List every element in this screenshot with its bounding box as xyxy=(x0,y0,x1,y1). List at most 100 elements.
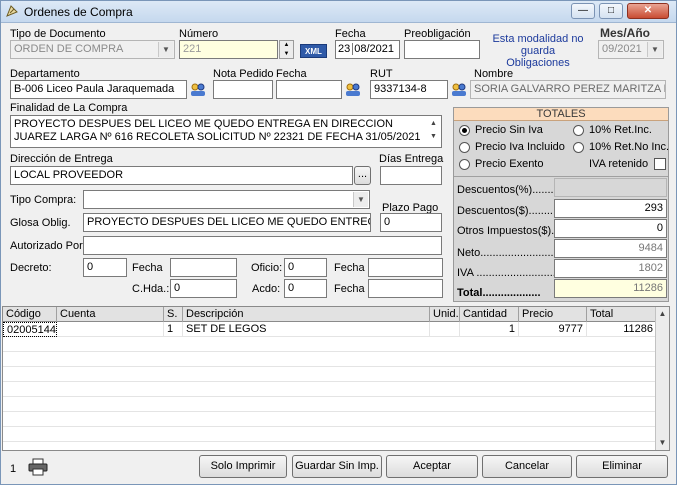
total-label: Total................... xyxy=(457,287,541,299)
col-codigo[interactable]: Código xyxy=(3,307,57,322)
neto-value: 9484 xyxy=(554,239,667,258)
precio-exento-radio[interactable] xyxy=(459,159,470,170)
xml-button-label: XML xyxy=(305,47,322,56)
tipo-documento-select[interactable]: ORDEN DE COMPRA ▼ xyxy=(10,40,175,59)
table-row[interactable] xyxy=(3,337,657,352)
nota-pedido-field[interactable] xyxy=(213,80,273,99)
table-row[interactable] xyxy=(3,367,657,382)
iva-retenido-checkbox[interactable] xyxy=(654,158,666,170)
finalidad-scrollbar[interactable]: ▲ ▼ xyxy=(427,117,440,146)
xml-button[interactable]: XML xyxy=(300,44,327,58)
col-total[interactable]: Total xyxy=(587,307,657,322)
dias-entrega-field[interactable] xyxy=(380,166,442,185)
mes-ano-select[interactable]: 09/2021 ▼ xyxy=(598,40,664,59)
col-cantidad[interactable]: Cantidad xyxy=(460,307,519,322)
cell-s[interactable]: 1 xyxy=(164,322,183,337)
plazo-pago-field[interactable]: 0 xyxy=(380,213,442,232)
otros-impuestos-field[interactable]: 0 xyxy=(554,219,667,238)
col-descripcion[interactable]: Descripción xyxy=(183,307,430,322)
departamento-field[interactable]: B-006 Liceo Paula Jaraquemada xyxy=(10,80,187,99)
autorizado-field[interactable] xyxy=(83,236,442,255)
tipo-compra-select[interactable]: ▼ xyxy=(83,190,370,209)
tipo-documento-label: Tipo de Documento xyxy=(10,28,106,40)
title-bar[interactable]: Ordenes de Compra — □ ✕ xyxy=(1,1,676,23)
cell-cuenta[interactable] xyxy=(57,322,164,337)
cancelar-button[interactable]: Cancelar xyxy=(482,455,572,478)
descuentos-field[interactable]: 293 xyxy=(554,199,667,218)
numero-spinner[interactable]: ▲ ▼ xyxy=(279,40,294,59)
solo-imprimir-button[interactable]: Solo Imprimir xyxy=(199,455,287,478)
chevron-down-icon: ▼ xyxy=(647,42,662,57)
close-button[interactable]: ✕ xyxy=(627,3,669,19)
col-cuenta[interactable]: Cuenta xyxy=(57,307,164,322)
grid-scrollbar[interactable]: ▲ ▼ xyxy=(655,307,669,450)
people-search-icon[interactable] xyxy=(344,82,362,98)
items-grid[interactable]: Código Cuenta S. Descripción Unid. Canti… xyxy=(2,306,670,451)
spin-up-icon[interactable]: ▲ xyxy=(280,41,293,50)
precio-sin-iva-label: Precio Sin Iva xyxy=(475,124,543,136)
cell-codigo[interactable]: 02005144 xyxy=(3,322,57,337)
grid-header: Código Cuenta S. Descripción Unid. Canti… xyxy=(3,307,657,322)
rut-field[interactable]: 9337134-8 xyxy=(370,80,448,99)
oficio-label: Oficio: xyxy=(251,262,283,274)
cell-cantidad[interactable]: 1 xyxy=(460,322,519,337)
table-row[interactable]: 02005144 1 SET DE LEGOS 1 9777 11286 xyxy=(3,322,657,337)
aceptar-button[interactable]: Aceptar xyxy=(386,455,478,478)
window-title: Ordenes de Compra xyxy=(24,5,133,19)
table-row[interactable] xyxy=(3,352,657,367)
people-search-icon[interactable] xyxy=(189,82,207,98)
fecha-label: Fecha xyxy=(335,28,366,40)
maximize-button[interactable]: □ xyxy=(599,3,623,19)
fecha-field[interactable]: 23 08/2021 xyxy=(335,40,400,59)
numero-label: Número xyxy=(179,28,219,40)
spin-down-icon[interactable]: ▼ xyxy=(280,50,293,58)
decreto-fecha-field[interactable] xyxy=(170,258,237,277)
cell-descripcion[interactable]: SET DE LEGOS xyxy=(183,322,430,337)
cell-precio[interactable]: 9777 xyxy=(519,322,587,337)
guardar-sin-imp-button[interactable]: Guardar Sin Imp. xyxy=(292,455,382,478)
table-row[interactable] xyxy=(3,427,657,442)
finalidad-value: PROYECTO DESPUES DEL LICEO ME QUEDO ENTR… xyxy=(14,118,421,143)
ret-no-inc-radio[interactable] xyxy=(573,142,584,153)
iva-value: 1802 xyxy=(554,259,667,278)
precio-iva-incluido-radio[interactable] xyxy=(459,142,470,153)
direccion-browse-button[interactable]: ... xyxy=(354,166,371,185)
table-row[interactable] xyxy=(3,397,657,412)
col-s[interactable]: S. xyxy=(164,307,183,322)
table-row[interactable] xyxy=(3,382,657,397)
decreto-field[interactable]: 0 xyxy=(83,258,127,277)
cell-unid[interactable] xyxy=(430,322,460,337)
ret-inc-radio[interactable] xyxy=(573,125,584,136)
oficio-fecha-field[interactable] xyxy=(368,258,443,277)
eliminar-button[interactable]: Eliminar xyxy=(576,455,668,478)
scroll-up-icon[interactable]: ▲ xyxy=(656,307,669,321)
precio-sin-iva-radio[interactable] xyxy=(459,125,470,136)
mes-ano-label: Mes/Año xyxy=(600,26,651,40)
oficio-field[interactable]: 0 xyxy=(284,258,327,277)
printer-icon[interactable] xyxy=(28,458,48,476)
minimize-button[interactable]: — xyxy=(571,3,595,19)
acdo-field[interactable]: 0 xyxy=(284,279,327,298)
finalidad-textarea[interactable]: PROYECTO DESPUES DEL LICEO ME QUEDO ENTR… xyxy=(10,115,442,148)
col-precio[interactable]: Precio xyxy=(519,307,587,322)
people-search-icon[interactable] xyxy=(450,82,468,98)
otros-impuestos-label: Otros Impuestos($).... xyxy=(457,225,564,237)
departamento-label: Departamento xyxy=(10,68,80,80)
descuentos-pct-label: Descuentos(%)......... xyxy=(457,184,560,196)
fecha-nota-field[interactable] xyxy=(276,80,342,99)
glosa-field[interactable]: PROYECTO DESPUES DEL LICEO ME QUEDO ENTR… xyxy=(83,213,371,232)
cell-total[interactable]: 11286 xyxy=(587,322,657,337)
table-row[interactable] xyxy=(3,412,657,427)
preobligacion-field[interactable] xyxy=(404,40,480,59)
chda-field[interactable]: 0 xyxy=(170,279,237,298)
descuentos-pct-field[interactable] xyxy=(554,178,667,197)
chevron-down-icon: ▼ xyxy=(158,42,173,57)
scroll-down-icon[interactable]: ▼ xyxy=(656,436,669,450)
acdo-fecha-field[interactable] xyxy=(368,279,443,298)
col-unid[interactable]: Unid. xyxy=(430,307,460,322)
direccion-entrega-field[interactable]: LOCAL PROVEEDOR xyxy=(10,166,353,185)
iva-label: IVA ............................. xyxy=(457,267,565,279)
numero-field[interactable]: 221 xyxy=(179,40,278,59)
nombre-field[interactable]: SORIA GALVARRO PEREZ MARITZA LORENA xyxy=(470,80,666,99)
rut-label: RUT xyxy=(370,68,393,80)
